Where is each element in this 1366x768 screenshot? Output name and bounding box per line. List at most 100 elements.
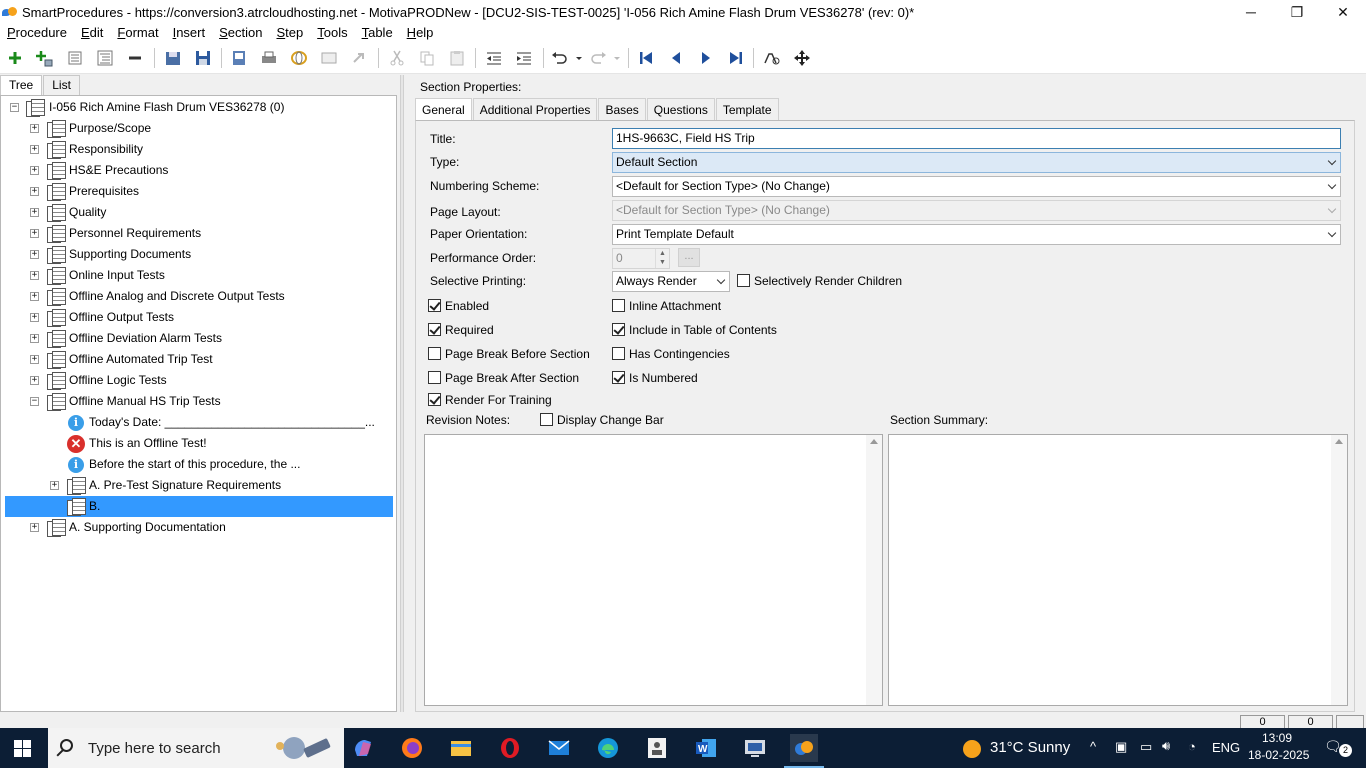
outline-icon[interactable] — [96, 49, 114, 67]
type-select[interactable]: Default Section — [612, 152, 1341, 173]
expand-icon[interactable]: + — [30, 271, 39, 280]
tree-root[interactable]: I-056 Rich Amine Flash Drum VES36278 (0) — [49, 97, 284, 118]
firefox-icon[interactable] — [398, 734, 426, 762]
indent-list-icon[interactable] — [66, 49, 84, 67]
taskbar-search[interactable]: Type here to search — [48, 728, 344, 768]
outdent-icon[interactable] — [485, 49, 503, 67]
scrollbar[interactable] — [866, 435, 882, 705]
move-icon[interactable] — [793, 49, 811, 67]
wifi-icon[interactable]: ◔ — [1188, 739, 1196, 754]
tab-questions[interactable]: Questions — [646, 98, 715, 120]
collapse-icon[interactable]: − — [10, 103, 19, 112]
show-hidden-icons-icon[interactable]: ^ — [1090, 739, 1096, 754]
people-app-icon[interactable] — [643, 734, 671, 762]
tree-item-responsibility[interactable]: Responsibility — [69, 139, 143, 160]
expand-icon[interactable]: + — [30, 208, 39, 217]
tab-template[interactable]: Template — [715, 98, 779, 120]
has-contingencies-checkbox[interactable] — [612, 347, 625, 360]
globe-icon[interactable] — [290, 49, 308, 67]
expand-icon[interactable]: + — [30, 250, 39, 259]
print-preview-icon[interactable] — [230, 49, 248, 67]
maximize-button[interactable]: ❐ — [1274, 0, 1320, 24]
expand-icon[interactable]: + — [30, 376, 39, 385]
file-explorer-icon[interactable] — [447, 734, 475, 762]
title-input[interactable]: 1HS-9663C, Field HS Trip — [612, 128, 1341, 149]
tree-item-offline-analog-discrete[interactable]: Offline Analog and Discrete Output Tests — [69, 286, 285, 307]
menu-insert[interactable]: Insert — [166, 24, 213, 42]
opera-icon[interactable] — [496, 734, 524, 762]
tree-item-b[interactable]: B. — [89, 496, 100, 517]
page-break-after-checkbox[interactable] — [428, 371, 441, 384]
tree-item-quality[interactable]: Quality — [69, 202, 106, 223]
expand-icon[interactable]: + — [30, 292, 39, 301]
edge-icon[interactable] — [594, 734, 622, 762]
revision-notes-textarea[interactable] — [424, 434, 883, 706]
paper-orientation-select[interactable]: Print Template Default — [612, 224, 1341, 245]
tree-item-offline-logic-tests[interactable]: Offline Logic Tests — [69, 370, 167, 391]
tree-item-hse-precautions[interactable]: HS&E Precautions — [69, 160, 168, 181]
minimize-button[interactable]: ─ — [1228, 0, 1274, 24]
smartprocedures-taskbar-icon[interactable] — [784, 734, 824, 768]
remote-app-icon[interactable] — [741, 734, 769, 762]
is-numbered-checkbox[interactable] — [612, 371, 625, 384]
menu-edit[interactable]: Edit — [74, 24, 110, 42]
display-icon[interactable]: ▭ — [1140, 739, 1152, 755]
expand-icon[interactable]: + — [30, 313, 39, 322]
expand-icon[interactable]: + — [30, 334, 39, 343]
selectively-render-children-checkbox[interactable] — [737, 274, 750, 287]
tab-additional-properties[interactable]: Additional Properties — [472, 98, 598, 120]
redo-grey-icon[interactable] — [350, 49, 368, 67]
menu-procedure[interactable]: Procedure — [0, 24, 74, 42]
redo-dropdown-icon[interactable] — [608, 49, 626, 67]
tab-tree[interactable]: Tree — [0, 75, 43, 96]
close-button[interactable]: ✕ — [1320, 0, 1366, 24]
tab-bases[interactable]: Bases — [598, 98, 646, 120]
tree-item-online-input-tests[interactable]: Online Input Tests — [69, 265, 165, 286]
find-icon[interactable] — [763, 49, 781, 67]
expand-icon[interactable]: + — [30, 166, 39, 175]
tree-item-supporting-documents[interactable]: Supporting Documents — [69, 244, 191, 265]
print-icon[interactable] — [260, 49, 278, 67]
expand-icon[interactable]: + — [30, 124, 39, 133]
undo-icon[interactable] — [550, 49, 568, 67]
inline-attachment-checkbox[interactable] — [612, 299, 625, 312]
paste-icon[interactable] — [448, 49, 466, 67]
cut-icon[interactable] — [388, 49, 406, 67]
section-summary-textarea[interactable] — [888, 434, 1348, 706]
menu-step[interactable]: Step — [269, 24, 310, 42]
tree-item-offline-test-warning[interactable]: This is an Offline Test! — [89, 433, 207, 454]
pane-splitter[interactable] — [400, 75, 404, 712]
collapse-icon[interactable]: − — [30, 397, 39, 406]
enabled-checkbox[interactable] — [428, 299, 441, 312]
tab-general[interactable]: General — [415, 98, 472, 121]
add-child-icon[interactable] — [35, 49, 53, 67]
volume-icon[interactable]: 🔊︎ — [1162, 738, 1170, 754]
tree-item-pretest-signature[interactable]: A. Pre-Test Signature Requirements — [89, 475, 281, 496]
next-icon[interactable] — [697, 49, 715, 67]
menu-tools[interactable]: Tools — [310, 24, 354, 42]
expand-icon[interactable]: + — [30, 355, 39, 364]
window-icon[interactable] — [320, 49, 338, 67]
undo-dropdown-icon[interactable] — [570, 49, 588, 67]
menu-help[interactable]: Help — [400, 24, 441, 42]
expand-icon[interactable]: + — [50, 481, 59, 490]
tree-item-offline-deviation-alarm[interactable]: Offline Deviation Alarm Tests — [69, 328, 222, 349]
remove-icon[interactable] — [126, 49, 144, 67]
tree-item-offline-automated-trip[interactable]: Offline Automated Trip Test — [69, 349, 213, 370]
expand-icon[interactable]: + — [30, 145, 39, 154]
copilot-icon[interactable] — [349, 734, 377, 762]
last-icon[interactable] — [727, 49, 745, 67]
first-icon[interactable] — [637, 49, 655, 67]
tab-list[interactable]: List — [43, 75, 80, 95]
scrollbar[interactable] — [1331, 435, 1347, 705]
add-icon[interactable] — [6, 49, 24, 67]
menu-table[interactable]: Table — [355, 24, 400, 42]
save-icon[interactable] — [194, 49, 212, 67]
tree-row-selected[interactable] — [5, 496, 393, 517]
network-adapter-icon[interactable]: ▣ — [1115, 739, 1127, 755]
tree-item-before-start[interactable]: Before the start of this procedure, the … — [89, 454, 300, 475]
previous-icon[interactable] — [667, 49, 685, 67]
tree-item-offline-output-tests[interactable]: Offline Output Tests — [69, 307, 174, 328]
clock-time[interactable]: 13:09 — [1262, 731, 1292, 745]
clock-date[interactable]: 18-02-2025 — [1248, 748, 1309, 762]
